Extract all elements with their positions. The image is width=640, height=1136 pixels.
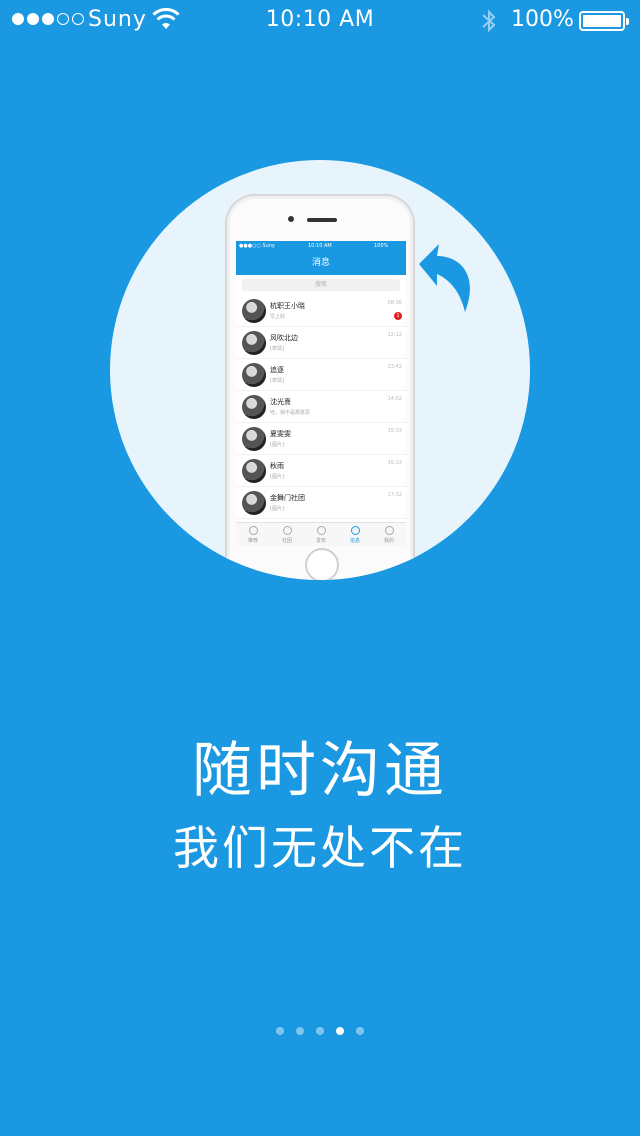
plus-circle-icon xyxy=(282,526,292,535)
mock-chat-name: 沈光熹 xyxy=(270,398,291,406)
mock-tab-label: 我的 xyxy=(383,538,394,544)
mock-tab-label: 发布 xyxy=(315,538,326,544)
mock-chat-time: 15:33 xyxy=(387,428,402,434)
mock-battery: 100% xyxy=(374,243,389,249)
mock-chat-row: 夏雯雯 [图片] 15:33 xyxy=(236,423,406,455)
page-dot[interactable] xyxy=(336,1027,344,1035)
mock-tab: 推荐 xyxy=(236,523,270,546)
megaphone-icon xyxy=(316,526,326,535)
mock-unread-badge: 1 xyxy=(394,312,402,320)
mock-chat-name: 秋雨 xyxy=(270,462,284,470)
mock-tab: 发布 xyxy=(304,523,338,546)
mock-chat-avatar xyxy=(242,459,266,483)
mock-chat-time: 12:12 xyxy=(387,332,402,338)
mock-chat-name: 追逐 xyxy=(270,366,284,374)
mock-chat-name: 夏雯雯 xyxy=(270,430,291,438)
phone-camera xyxy=(288,216,294,222)
mock-chat-message: [表情] xyxy=(270,378,284,384)
status-bar: Suny 10:10 AM 100% xyxy=(0,0,640,40)
mock-time: 10:10 AM xyxy=(308,243,332,249)
mock-chat-row: 风吹北边 [表情] 12:12 xyxy=(236,327,406,359)
mock-chat-message: [图片] xyxy=(270,474,284,480)
battery-icon xyxy=(579,11,629,31)
headline: 随时沟通 xyxy=(192,736,448,806)
mock-chat-name: 风吹北边 xyxy=(270,334,298,342)
page-dot[interactable] xyxy=(276,1027,284,1035)
mock-chat-time: 17:32 xyxy=(387,492,402,498)
mock-chat-avatar xyxy=(242,331,266,355)
mock-chat-avatar xyxy=(242,427,266,451)
mock-chat-row: 金舞门社团 [图片] 17:32 xyxy=(236,487,406,519)
phone-speaker xyxy=(307,218,337,222)
mock-tab-label: 社团 xyxy=(281,538,292,544)
mock-chat-time: 14:02 xyxy=(387,396,402,402)
curved-back-arrow-icon xyxy=(419,244,470,312)
mock-nav-title: 消息 xyxy=(236,251,406,275)
mock-tab: 信息 xyxy=(338,523,372,546)
mock-chat-row: 追逐 [表情] 13:42 xyxy=(236,359,406,391)
mock-chat-message: 哇，我不是那意思 xyxy=(270,410,311,416)
phone-home-button xyxy=(305,548,339,580)
mock-chat-row: 沈光熹哇，我不是那意思 14:02 xyxy=(236,391,406,423)
mock-chat-time: 08:36 xyxy=(387,300,402,306)
phone-mockup: ●●●○○ Suny 10:10 AM 100% 消息 搜索 杭职王小晓早上好 0… xyxy=(225,194,415,580)
mock-search-field: 搜索 xyxy=(242,279,400,291)
bluetooth-icon xyxy=(482,9,496,33)
mock-chat-message: [图片] xyxy=(270,506,284,512)
mock-status-bar: ●●●○○ Suny 10:10 AM 100% xyxy=(236,241,406,251)
mock-tab: 社团 xyxy=(270,523,304,546)
mock-chat-message: [表情] xyxy=(270,346,284,352)
mock-chat-time: 13:42 xyxy=(387,364,402,370)
mock-tab-bar: 推荐 社团 发布 信息 我的 xyxy=(236,522,406,546)
mock-chat-time: 16:13 xyxy=(387,460,402,466)
person-icon xyxy=(384,526,394,535)
mock-chat-message: [图片] xyxy=(270,442,284,448)
mock-tab: 我的 xyxy=(372,523,406,546)
mock-chat-name: 金舞门社团 xyxy=(270,494,305,502)
page-dot[interactable] xyxy=(356,1027,364,1035)
mock-chat-list: 杭职王小晓早上好 08:36 1 风吹北边 [表情] 12:12 追逐 [表情] 13:42 沈光… xyxy=(236,295,406,519)
battery-percent: 100% xyxy=(511,7,574,32)
mock-chat-name: 杭职王小晓 xyxy=(270,302,305,310)
mock-chat-avatar xyxy=(242,363,266,387)
illustration-circle: ●●●○○ Suny 10:10 AM 100% 消息 搜索 杭职王小晓早上好 0… xyxy=(110,160,530,580)
mock-chat-avatar xyxy=(242,395,266,419)
page-dot[interactable] xyxy=(316,1027,324,1035)
mock-chat-avatar xyxy=(242,299,266,323)
subheadline: 我们无处不在 xyxy=(173,821,467,875)
chat-bubble-icon xyxy=(350,526,360,535)
mock-tab-label: 信息 xyxy=(349,538,360,544)
mock-chat-message: 早上好 xyxy=(270,314,286,320)
page-indicator xyxy=(0,1027,640,1035)
mock-carrier: ●●●○○ Suny xyxy=(239,243,275,249)
mock-chat-avatar xyxy=(242,491,266,515)
mock-chat-row: 杭职王小晓早上好 08:36 1 xyxy=(236,295,406,327)
globe-icon xyxy=(248,526,258,535)
mock-tab-label: 推荐 xyxy=(247,538,258,544)
page-dot[interactable] xyxy=(296,1027,304,1035)
mock-chat-row: 秋雨 [图片] 16:13 xyxy=(236,455,406,487)
phone-screen: ●●●○○ Suny 10:10 AM 100% 消息 搜索 杭职王小晓早上好 0… xyxy=(236,241,406,546)
